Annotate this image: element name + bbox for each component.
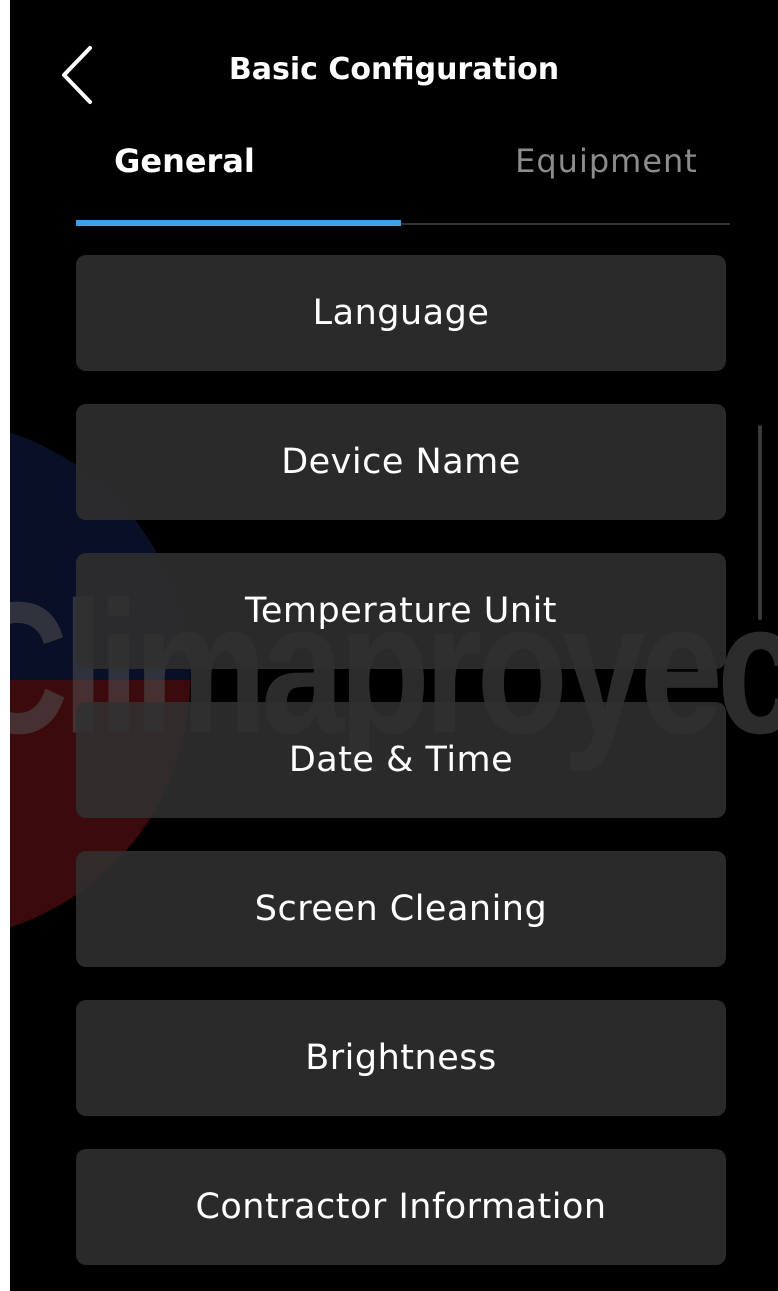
menu-item-brightness[interactable]: Brightness <box>76 1000 726 1116</box>
tab-general[interactable]: General <box>76 142 403 180</box>
tab-bar: General Equipment <box>76 130 730 226</box>
page-title: Basic Configuration <box>228 52 560 87</box>
scrollbar[interactable] <box>758 425 762 620</box>
menu-item-date-time[interactable]: Date & Time <box>76 702 726 818</box>
menu-item-screen-cleaning[interactable]: Screen Cleaning <box>76 851 726 967</box>
menu-item-language[interactable]: Language <box>76 255 726 371</box>
tab-equipment[interactable]: Equipment <box>403 142 730 180</box>
active-tab-indicator <box>76 220 401 226</box>
menu-item-contractor-information[interactable]: Contractor Information <box>76 1149 726 1265</box>
menu-item-device-name[interactable]: Device Name <box>76 404 726 520</box>
menu-item-temperature-unit[interactable]: Temperature Unit <box>76 553 726 669</box>
app-screen: Climaproyecto Basic Configuration Genera… <box>10 0 778 1291</box>
